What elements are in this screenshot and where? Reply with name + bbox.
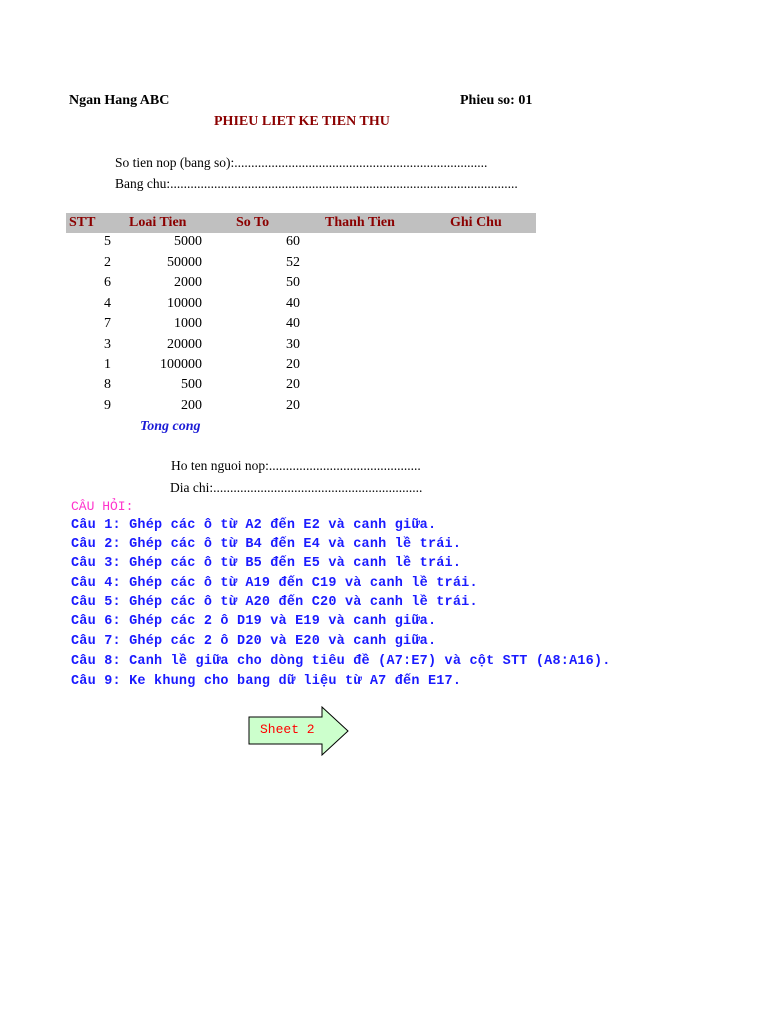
table-row: 5 5000 60	[66, 234, 536, 254]
cell-so-to: 40	[286, 316, 300, 331]
column-header-ghi-chu: Ghi Chu	[450, 215, 502, 230]
question-item: Câu 5: Ghép các ô từ A20 đến C20 và canh…	[71, 595, 478, 610]
question-item: Câu 2: Ghép các ô từ B4 đến E4 và canh l…	[71, 537, 462, 552]
question-item: Câu 4: Ghép các ô từ A19 đến C19 và canh…	[71, 576, 478, 591]
sheet-2-arrow-button[interactable]: Sheet 2	[248, 706, 350, 756]
sheet-2-label: Sheet 2	[260, 722, 315, 737]
amount-words-field[interactable]: Bang chu:...............................…	[115, 176, 518, 192]
questions-heading: CÂU HỎI:	[71, 499, 134, 514]
question-item: Câu 7: Ghép các 2 ô D20 và E20 và canh g…	[71, 634, 437, 649]
question-item: Câu 8: Canh lề giữa cho dòng tiêu đề (A7…	[71, 654, 611, 669]
page-title: PHIEU LIET KE TIEN THU	[214, 114, 390, 129]
table-row: 8 500 20	[66, 377, 536, 397]
cell-so-to: 30	[286, 336, 300, 352]
table-header: STT Loai Tien So To Thanh Tien Ghi Chu	[66, 213, 536, 233]
cell-so-to: 20	[286, 357, 300, 372]
table-row: 6 2000 50	[66, 275, 536, 295]
cell-so-to: 20	[286, 397, 300, 413]
cell-so-to: 50	[286, 275, 300, 290]
column-header-loai-tien: Loai Tien	[129, 215, 187, 230]
table-row: 3 20000 30	[66, 337, 536, 357]
question-item: Câu 6: Ghép các 2 ô D19 và E19 và canh g…	[71, 614, 437, 629]
bank-name: Ngan Hang ABC	[69, 93, 170, 108]
column-header-so-to: So To	[236, 215, 270, 230]
question-item: Câu 9: Ke khung cho bang dữ liệu từ A7 đ…	[71, 674, 462, 689]
table-row: 1 100000 20	[66, 357, 536, 377]
question-item: Câu 1: Ghép các ô từ A2 đến E2 và canh g…	[71, 518, 437, 533]
payer-name-field[interactable]: Ho ten nguoi nop:.......................…	[171, 458, 421, 474]
table-row: 9 200 20	[66, 398, 536, 418]
table-row: 4 10000 40	[66, 296, 536, 316]
cell-so-to: 60	[286, 234, 300, 249]
column-header-thanh-tien: Thanh Tien	[325, 215, 395, 230]
question-item: Câu 3: Ghép các ô từ B5 đến E5 và canh l…	[71, 556, 462, 571]
column-header-stt: STT	[69, 215, 96, 230]
address-field[interactable]: Dia chi:................................…	[170, 480, 422, 496]
table-row: 2 50000 52	[66, 255, 536, 275]
cell-so-to: 52	[286, 254, 300, 270]
table-row: 7 1000 40	[66, 316, 536, 336]
total-label: Tong cong	[140, 419, 201, 434]
receipt-number: Phieu so: 01	[460, 93, 533, 108]
cell-so-to: 40	[286, 295, 300, 311]
cell-so-to: 20	[286, 377, 300, 392]
amount-number-field[interactable]: So tien nop (bang so):..................…	[115, 155, 487, 171]
